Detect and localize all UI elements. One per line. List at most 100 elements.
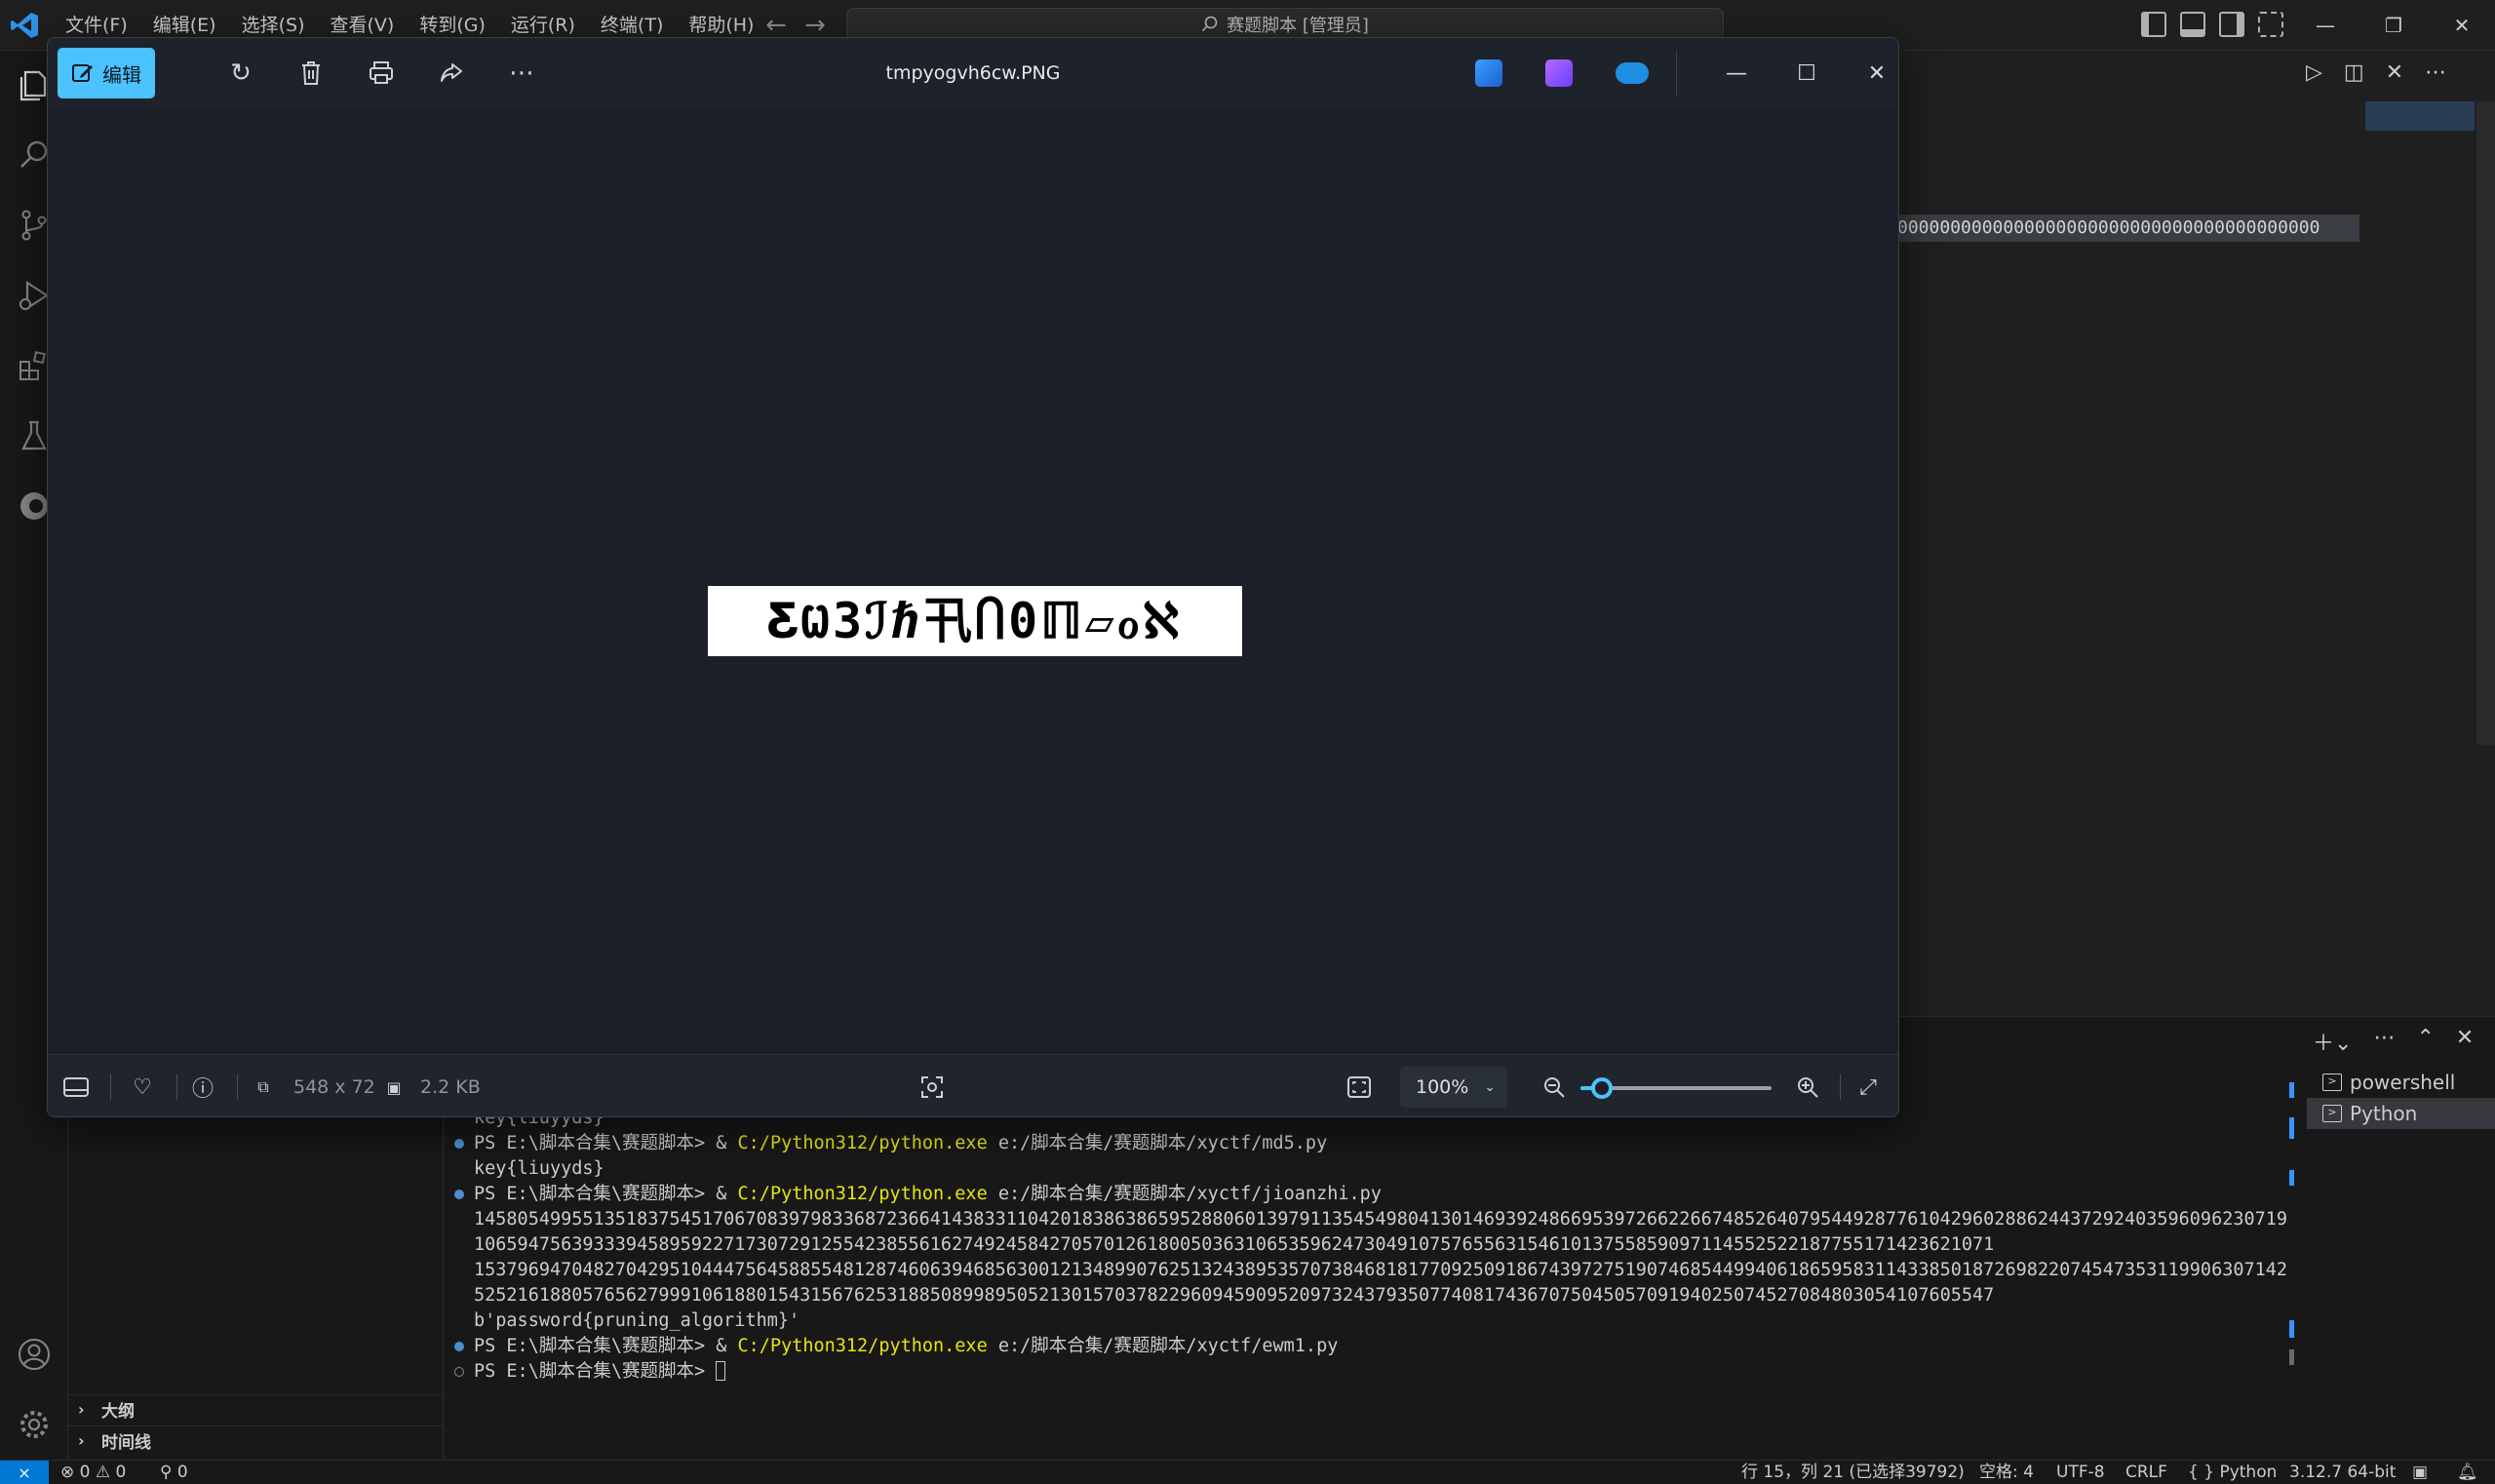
edit-button[interactable]: 编辑: [58, 48, 155, 98]
settings-gear-icon[interactable]: [16, 1406, 53, 1443]
rotate-icon[interactable]: ↻: [223, 56, 258, 91]
terminal-line: key{liuyyds}: [454, 1156, 2287, 1182]
terminal-cursor: [716, 1361, 726, 1381]
run-python-icon[interactable]: ▷: [2306, 60, 2322, 85]
cursor-position[interactable]: 行 15，列 21 (已选择39792): [1741, 1461, 1965, 1484]
toggle-panel-icon[interactable]: [2180, 12, 2205, 37]
terminal-line: PS E:\脚本合集\赛题脚本> & C:/Python312/python.e…: [454, 1131, 2287, 1156]
maximize-panel-icon[interactable]: ⌃: [2416, 1026, 2434, 1057]
close-editor-icon[interactable]: ✕: [2386, 60, 2403, 85]
prompt-text: PS E:\脚本合集\赛题脚本>: [474, 1361, 717, 1382]
output-text: 1458054995513518375451706708397983368723…: [474, 1209, 2287, 1230]
zoom-in-icon[interactable]: [1793, 1073, 1822, 1102]
terminal-line: 1458054995513518375451706708397983368723…: [454, 1207, 2287, 1232]
delete-icon[interactable]: [293, 56, 329, 91]
favorite-heart-icon[interactable]: ♡: [128, 1073, 157, 1102]
onedrive-icon[interactable]: [1616, 62, 1649, 84]
close-icon[interactable]: ✕: [2428, 0, 2495, 51]
terminal-line: PS E:\脚本合集\赛题脚本> & C:/Python312/python.e…: [454, 1182, 2287, 1207]
output-text: 1537969470482704295104447564588554812874…: [474, 1260, 2287, 1280]
more-actions-icon[interactable]: ⋯: [2425, 60, 2446, 85]
terminal-tab-powershell[interactable]: > powershell: [2307, 1067, 2495, 1098]
problems-indicator[interactable]: ⊗ 0 ⚠ 0: [60, 1461, 126, 1484]
toggle-primary-sidebar-icon[interactable]: [2141, 12, 2166, 37]
scroll-marker: [2289, 1082, 2294, 1098]
script-path: e:/脚本合集/赛题脚本/xyctf/md5.py: [987, 1133, 1328, 1153]
visual-search-icon[interactable]: [917, 1073, 947, 1102]
python-executable: C:/Python312/python.exe: [737, 1133, 988, 1153]
zoom-slider[interactable]: [1580, 1077, 1772, 1099]
zoom-out-icon[interactable]: [1540, 1073, 1569, 1102]
zoom-level-dropdown[interactable]: 100% ⌄: [1400, 1067, 1507, 1108]
chevron-right-icon: ›: [78, 1400, 85, 1419]
command-decoration-icon[interactable]: [454, 1342, 464, 1351]
command-decoration-icon[interactable]: [454, 1139, 464, 1149]
command-decoration-icon[interactable]: [454, 1367, 464, 1377]
customize-layout-icon[interactable]: [2258, 12, 2283, 37]
editor-actions: ▷ ◫ ✕ ⋯: [2306, 60, 2446, 85]
terminal-output[interactable]: key{liuyyds} PS E:\脚本合集\赛题脚本> & C:/Python…: [454, 1106, 2287, 1385]
terminal-icon: >: [2322, 1105, 2342, 1122]
command-center[interactable]: 赛题脚本 [管理员]: [846, 8, 1724, 41]
full-screen-icon[interactable]: ⤢: [1853, 1073, 1883, 1102]
python-executable: C:/Python312/python.exe: [737, 1336, 988, 1356]
terminal-icon: >: [2322, 1074, 2342, 1091]
copilot-icon[interactable]: ▣: [2412, 1461, 2428, 1484]
designer-app-icon[interactable]: [1475, 59, 1502, 87]
output-text: 5252161880576562799910618801543156762531…: [474, 1285, 1995, 1306]
photos-bottom-bar: ♡ ⓘ ⧉ 548 x 72 ▣ 2.2 KB 100% ⌄ ⤢: [48, 1054, 1898, 1116]
sidebar-section-outline[interactable]: › 大纲: [68, 1394, 444, 1424]
file-size-icon: ▣: [386, 1077, 402, 1097]
terminal-tab-python[interactable]: > Python: [2307, 1098, 2495, 1129]
fit-to-window-icon[interactable]: [1345, 1073, 1374, 1102]
close-icon[interactable]: ✕: [1855, 52, 1898, 95]
restore-icon[interactable]: ❐: [2359, 0, 2428, 51]
photos-viewer-window: 编辑 ↻ ⋯ tmpyogvh6cw.PNG — ☐ ✕ ƸѠ3ℐℏ卂Ⴖ0ℿ▱ℴ…: [47, 37, 1899, 1117]
close-panel-icon[interactable]: ✕: [2456, 1026, 2474, 1057]
toolbar-divider: [1676, 50, 1677, 97]
sidebar-section-timeline[interactable]: › 时间线: [68, 1425, 444, 1455]
ports-indicator[interactable]: ⚲ 0: [160, 1461, 188, 1484]
new-terminal-icon[interactable]: ＋⌄: [2313, 1026, 2352, 1057]
edit-image-icon: [72, 64, 93, 82]
divider: [110, 1074, 111, 1100]
image-dimensions: 548 x 72: [293, 1076, 375, 1098]
editor-selected-line[interactable]: 0000000000000000000000000000000000000000: [1897, 215, 2359, 242]
notifications-bell-icon[interactable]: 🔔︎: [2457, 1461, 2478, 1484]
terminal-line: 1065947563933394589592271730729125542385…: [454, 1232, 2287, 1258]
clipchamp-icon[interactable]: [1545, 59, 1573, 87]
scroll-marker: [2289, 1170, 2294, 1186]
line-ending[interactable]: CRLF: [2125, 1461, 2167, 1484]
minimize-icon[interactable]: —: [2291, 0, 2359, 51]
python-interpreter[interactable]: 3.12.7 64-bit: [2289, 1461, 2396, 1484]
panel-actions: ＋⌄ ⋯ ⌃ ✕: [2313, 1026, 2474, 1057]
script-path: e:/脚本合集/赛题脚本/xyctf/jioanzhi.py: [987, 1184, 1382, 1204]
editor-scrollbar[interactable]: [2476, 101, 2495, 745]
maximize-icon[interactable]: ☐: [1785, 52, 1828, 95]
info-icon[interactable]: ⓘ: [188, 1073, 217, 1102]
minimap[interactable]: [2365, 101, 2475, 131]
indentation[interactable]: 空格: 4: [1979, 1461, 2034, 1484]
encoding[interactable]: UTF-8: [2056, 1461, 2105, 1484]
vscode-logo-icon: [11, 13, 38, 38]
language-mode[interactable]: { } Python: [2188, 1461, 2277, 1484]
filmstrip-icon[interactable]: [61, 1073, 91, 1102]
share-icon[interactable]: [434, 56, 469, 91]
minimize-icon[interactable]: —: [1715, 52, 1758, 95]
toggle-secondary-sidebar-icon[interactable]: [2219, 12, 2244, 37]
split-editor-icon[interactable]: ◫: [2344, 60, 2364, 85]
remote-indicator-icon[interactable]: ⨯: [0, 1461, 49, 1484]
image-canvas[interactable]: ƸѠ3ℐℏ卂Ⴖ0ℿ▱ℴℵ: [48, 108, 1898, 1054]
zoom-slider-thumb[interactable]: [1590, 1077, 1613, 1099]
more-options-icon[interactable]: ⋯: [504, 56, 539, 91]
command-decoration-icon[interactable]: [454, 1190, 464, 1199]
print-icon[interactable]: [364, 56, 399, 91]
more-actions-icon[interactable]: ⋯: [2373, 1026, 2395, 1057]
file-size: 2.2 KB: [420, 1076, 481, 1098]
terminal-line: PS E:\脚本合集\赛题脚本> & C:/Python312/python.e…: [454, 1334, 2287, 1359]
terminal-line: 1537969470482704295104447564588554812874…: [454, 1258, 2287, 1283]
displayed-image: ƸѠ3ℐℏ卂Ⴖ0ℿ▱ℴℵ: [708, 586, 1242, 656]
accounts-icon[interactable]: [16, 1336, 53, 1373]
chevron-right-icon: ›: [78, 1431, 85, 1450]
divider: [1840, 1074, 1841, 1100]
